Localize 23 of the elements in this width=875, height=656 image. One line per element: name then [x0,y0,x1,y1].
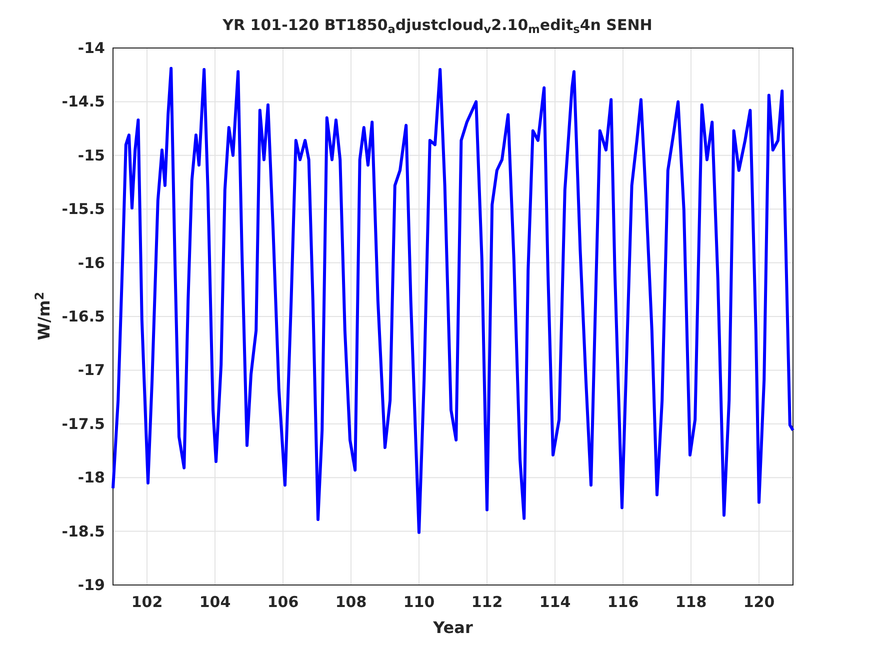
tick-label: -16.5 [62,308,105,326]
tick-label: 108 [335,593,367,611]
tick-label: 104 [199,593,231,611]
tick-label: -19 [78,576,105,594]
tick-label: 106 [267,593,299,611]
tick-label: 118 [675,593,707,611]
tick-label: 120 [743,593,775,611]
tick-label: -17 [78,361,105,380]
tick-label: -17.5 [62,414,105,433]
tick-label: -15.5 [62,200,105,218]
tick-label: -14 [78,39,105,57]
tick-label: -14.5 [62,92,105,111]
tick-label: -18 [78,468,105,487]
tick-label: 112 [471,593,503,611]
x-axis-label: Year [433,618,473,637]
chart-title: YR 101-120 BT1850$_{a}$djustcloud$_{v}$2.10$_{m}$edit$_{s}$4n SENH [222,16,652,34]
tick-label: 114 [539,593,571,611]
tick-label: -15 [78,146,105,164]
tick-label: 116 [607,593,639,611]
tick-label: -18.5 [62,522,105,540]
tick-label: -16 [78,254,105,272]
tick-label: 110 [403,593,435,611]
tick-label: 102 [131,593,163,611]
